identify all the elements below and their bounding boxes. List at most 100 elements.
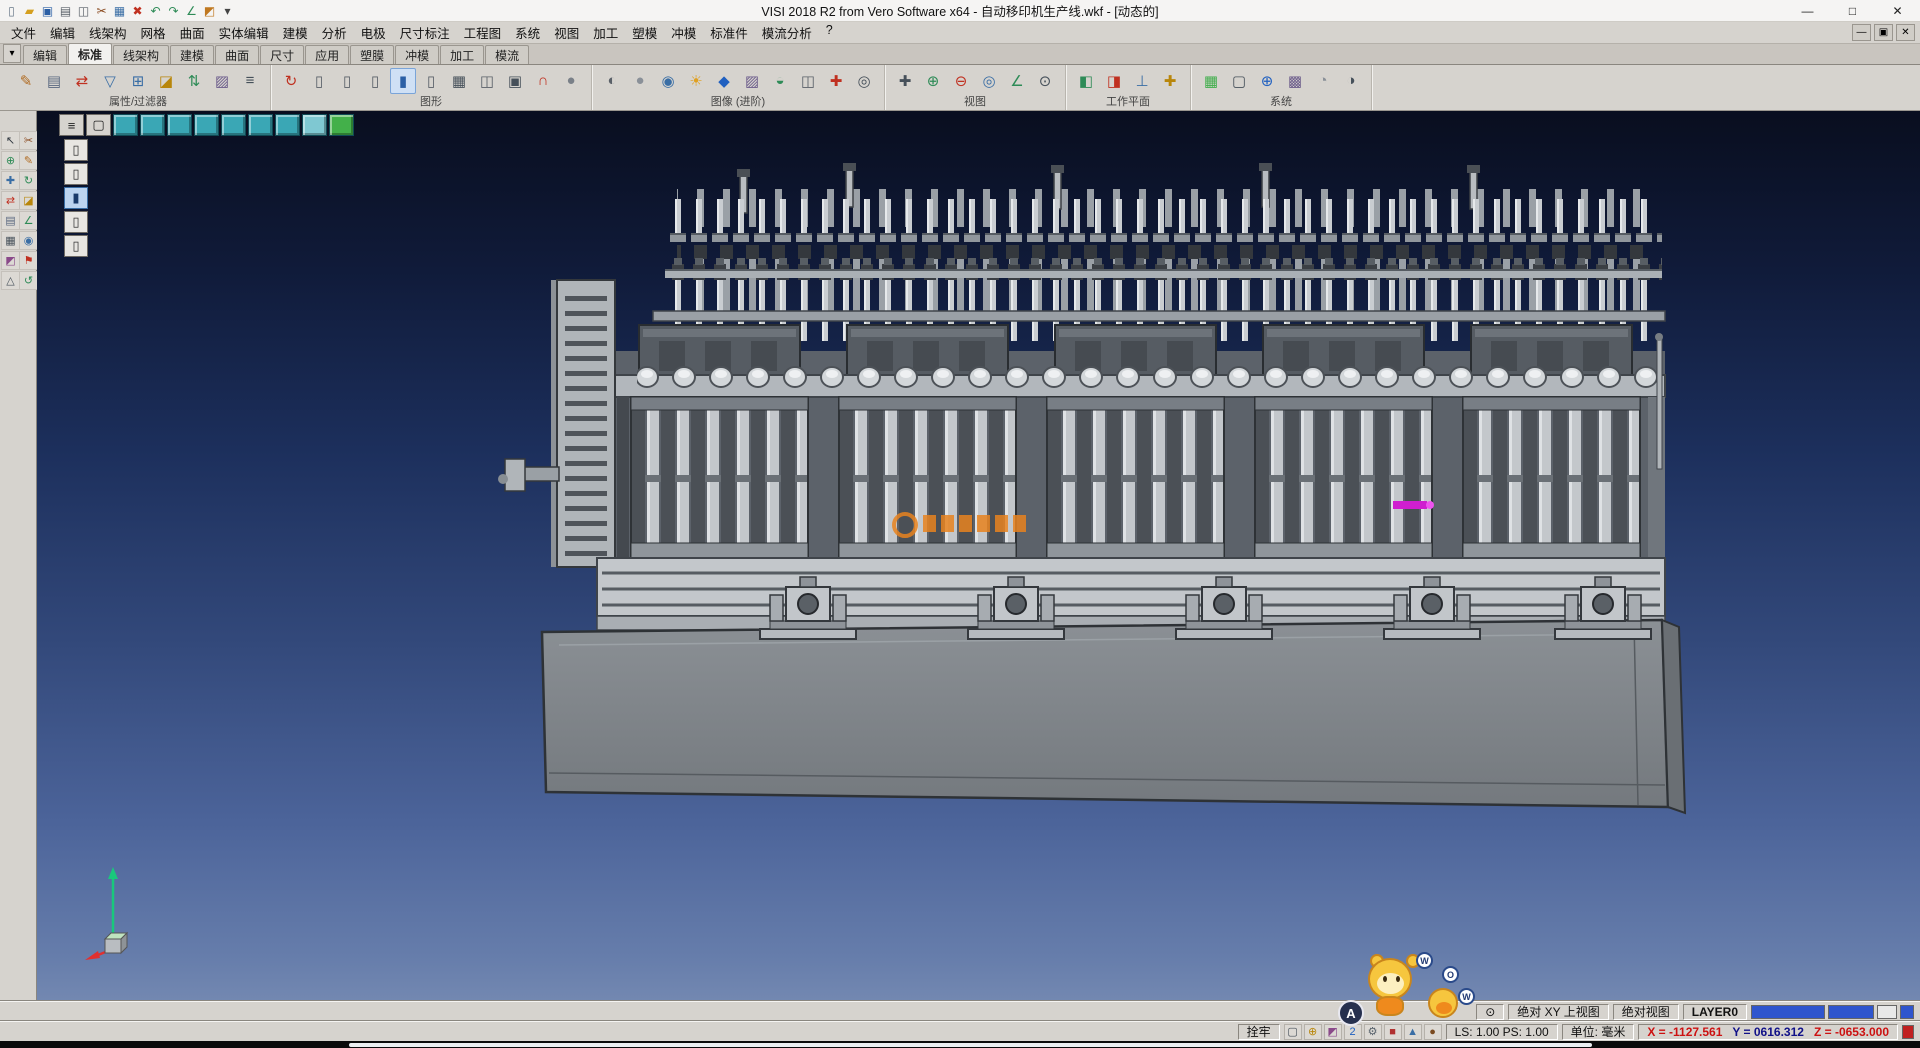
ghost-mode-icon[interactable]: ▯: [64, 211, 88, 233]
tab-application[interactable]: 应用: [305, 45, 349, 64]
hidden-line-display-icon[interactable]: ▯: [334, 68, 360, 94]
tab-die[interactable]: 冲模: [395, 45, 439, 64]
view-angle-icon[interactable]: ∠: [1004, 68, 1030, 94]
tab-standard[interactable]: 标准: [68, 43, 112, 64]
texture-icon[interactable]: ▨: [739, 68, 765, 94]
ring-icon[interactable]: ◎: [851, 68, 877, 94]
tab-dimension[interactable]: 尺寸: [260, 45, 304, 64]
refresh-icon[interactable]: ↻: [278, 68, 304, 94]
accent-color-swatch[interactable]: [1900, 1005, 1914, 1019]
tab-surface[interactable]: 曲面: [215, 45, 259, 64]
layers-icon[interactable]: ▤: [1, 211, 20, 230]
contrast-icon[interactable]: ◑: [1338, 68, 1364, 94]
tab-modeling[interactable]: 建模: [170, 45, 214, 64]
attribute-page-icon[interactable]: ▤: [41, 68, 67, 94]
highlight-color-swatch[interactable]: [1828, 1005, 1874, 1019]
absolute-view-cell[interactable]: 绝对视图: [1613, 1004, 1679, 1020]
display-status-icon[interactable]: ▢: [1284, 1024, 1302, 1040]
sphere-display-icon[interactable]: ●: [558, 68, 584, 94]
visi-cube-icon[interactable]: ◩: [201, 2, 218, 19]
viewport-menu-icon[interactable]: ≡: [59, 114, 84, 136]
magnet-icon[interactable]: ∩: [530, 68, 556, 94]
mdi-minimize-button[interactable]: —: [1852, 24, 1871, 41]
section-icon[interactable]: ◒: [767, 68, 793, 94]
view-axono-icon[interactable]: [302, 114, 327, 136]
zoom-in-icon[interactable]: ⊕: [920, 68, 946, 94]
status-sphere-icon[interactable]: ◔: [1310, 68, 1336, 94]
close-button[interactable]: ✕: [1875, 0, 1920, 21]
transparency-icon[interactable]: ◆: [711, 68, 737, 94]
menu-system[interactable]: 系统: [508, 21, 547, 44]
menu-standard-parts[interactable]: 标准件: [703, 21, 755, 44]
point-icon[interactable]: ◉: [19, 231, 38, 250]
erase-icon[interactable]: ◪: [19, 191, 38, 210]
view-bottom-icon[interactable]: [275, 114, 300, 136]
select-arrow-icon[interactable]: ↖: [1, 131, 20, 150]
pan-icon[interactable]: ✚: [892, 68, 918, 94]
tab-molding[interactable]: 塑膜: [350, 45, 394, 64]
box-display-icon[interactable]: ▣: [502, 68, 528, 94]
menu-drawing[interactable]: 工程图: [457, 21, 509, 44]
maximize-button[interactable]: □: [1830, 0, 1875, 21]
open-folder-icon[interactable]: ▰: [21, 2, 38, 19]
shaded-display-icon[interactable]: ▮: [390, 68, 416, 94]
print-icon[interactable]: ▤: [57, 2, 74, 19]
dual-display-icon[interactable]: ◫: [474, 68, 500, 94]
menu-wireframe[interactable]: 线架构: [82, 21, 134, 44]
layer-cell[interactable]: LAYER0: [1683, 1004, 1747, 1020]
viewport-3d[interactable]: ≡ ▢: [37, 111, 1920, 1001]
menu-modeling[interactable]: 建模: [276, 21, 315, 44]
mdi-restore-button[interactable]: ▣: [1874, 24, 1893, 41]
render-sphere-icon[interactable]: ●: [627, 68, 653, 94]
display-settings-icon[interactable]: ▢: [1226, 68, 1252, 94]
zoom-plus-icon[interactable]: ⊕: [1, 151, 20, 170]
section-mode-icon[interactable]: ▯: [64, 235, 88, 257]
menu-mesh[interactable]: 网格: [134, 21, 173, 44]
workplane-xz-icon[interactable]: ◨: [1101, 68, 1127, 94]
measure-icon[interactable]: ∠: [183, 2, 200, 19]
redo-icon[interactable]: ↷: [165, 2, 182, 19]
tab-edit[interactable]: 编辑: [23, 45, 67, 64]
save-icon[interactable]: ▣: [39, 2, 56, 19]
view-shaded-icon[interactable]: [329, 114, 354, 136]
compare-icon[interactable]: ⇅: [181, 68, 207, 94]
menu-analysis[interactable]: 分析: [315, 21, 354, 44]
menu-edit[interactable]: 编辑: [43, 21, 82, 44]
new-document-icon[interactable]: ▯: [3, 2, 20, 19]
menu-dimension[interactable]: 尺寸标注: [393, 21, 457, 44]
lock-toggle[interactable]: 拴牢: [1238, 1024, 1280, 1040]
minimize-button[interactable]: —: [1785, 0, 1830, 21]
trim-icon[interactable]: ✂: [19, 131, 38, 150]
grid-icon[interactable]: ▦: [1, 231, 20, 250]
tab-wireframe[interactable]: 线架构: [113, 45, 169, 64]
compare-view-icon[interactable]: ◫: [795, 68, 821, 94]
cut-icon[interactable]: ✂: [93, 2, 110, 19]
tab-machining[interactable]: 加工: [440, 45, 484, 64]
delete-icon[interactable]: ✖: [129, 2, 146, 19]
dashed-display-icon[interactable]: ▯: [362, 68, 388, 94]
arrange-icon[interactable]: △: [1, 271, 20, 290]
workplane-normal-icon[interactable]: ⊥: [1129, 68, 1155, 94]
undo-view-icon[interactable]: ↺: [19, 271, 38, 290]
add-view-icon[interactable]: ✚: [823, 68, 849, 94]
copy-icon[interactable]: ▦: [111, 2, 128, 19]
customize-dropdown-icon[interactable]: ▾: [219, 2, 236, 19]
grid-display-icon[interactable]: ▦: [446, 68, 472, 94]
workplane-origin-icon[interactable]: ✚: [1157, 68, 1183, 94]
shaded-mode-icon[interactable]: ▮: [64, 187, 88, 209]
mirror-icon[interactable]: ⇄: [1, 191, 20, 210]
menu-solid-edit[interactable]: 实体编辑: [212, 21, 276, 44]
menu-moldflow[interactable]: 模流分析: [755, 21, 819, 44]
measure-dock-icon[interactable]: ∠: [19, 211, 38, 230]
view-back-icon[interactable]: [194, 114, 219, 136]
filter-icon[interactable]: ▽: [97, 68, 123, 94]
network-icon[interactable]: ⊕: [1254, 68, 1280, 94]
paint-icon[interactable]: ◩: [1, 251, 20, 270]
rotate-icon[interactable]: ↻: [19, 171, 38, 190]
properties-pen-icon[interactable]: ✎: [13, 68, 39, 94]
sketch-icon[interactable]: ✎: [19, 151, 38, 170]
view-top-icon[interactable]: [140, 114, 165, 136]
viewport-split-icon[interactable]: ▢: [86, 114, 111, 136]
light-icon[interactable]: ☀: [683, 68, 709, 94]
view-iso-icon[interactable]: [113, 114, 138, 136]
